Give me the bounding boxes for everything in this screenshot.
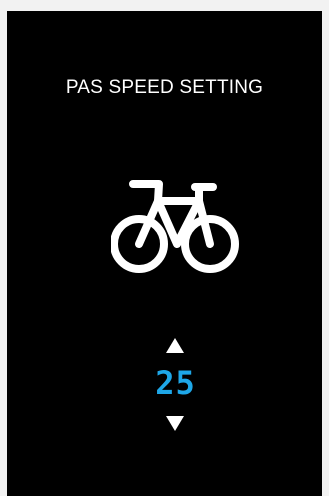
increase-arrow-icon[interactable] <box>166 338 184 353</box>
speed-value: 25 <box>155 364 196 402</box>
page-title: PAS SPEED SETTING <box>65 77 264 98</box>
pas-speed-screen: PAS SPEED SETTING 25 <box>7 11 322 496</box>
decrease-arrow-icon[interactable] <box>166 416 184 431</box>
display-frame: PAS SPEED SETTING 25 <box>0 0 329 496</box>
bicycle-icon <box>111 180 239 273</box>
